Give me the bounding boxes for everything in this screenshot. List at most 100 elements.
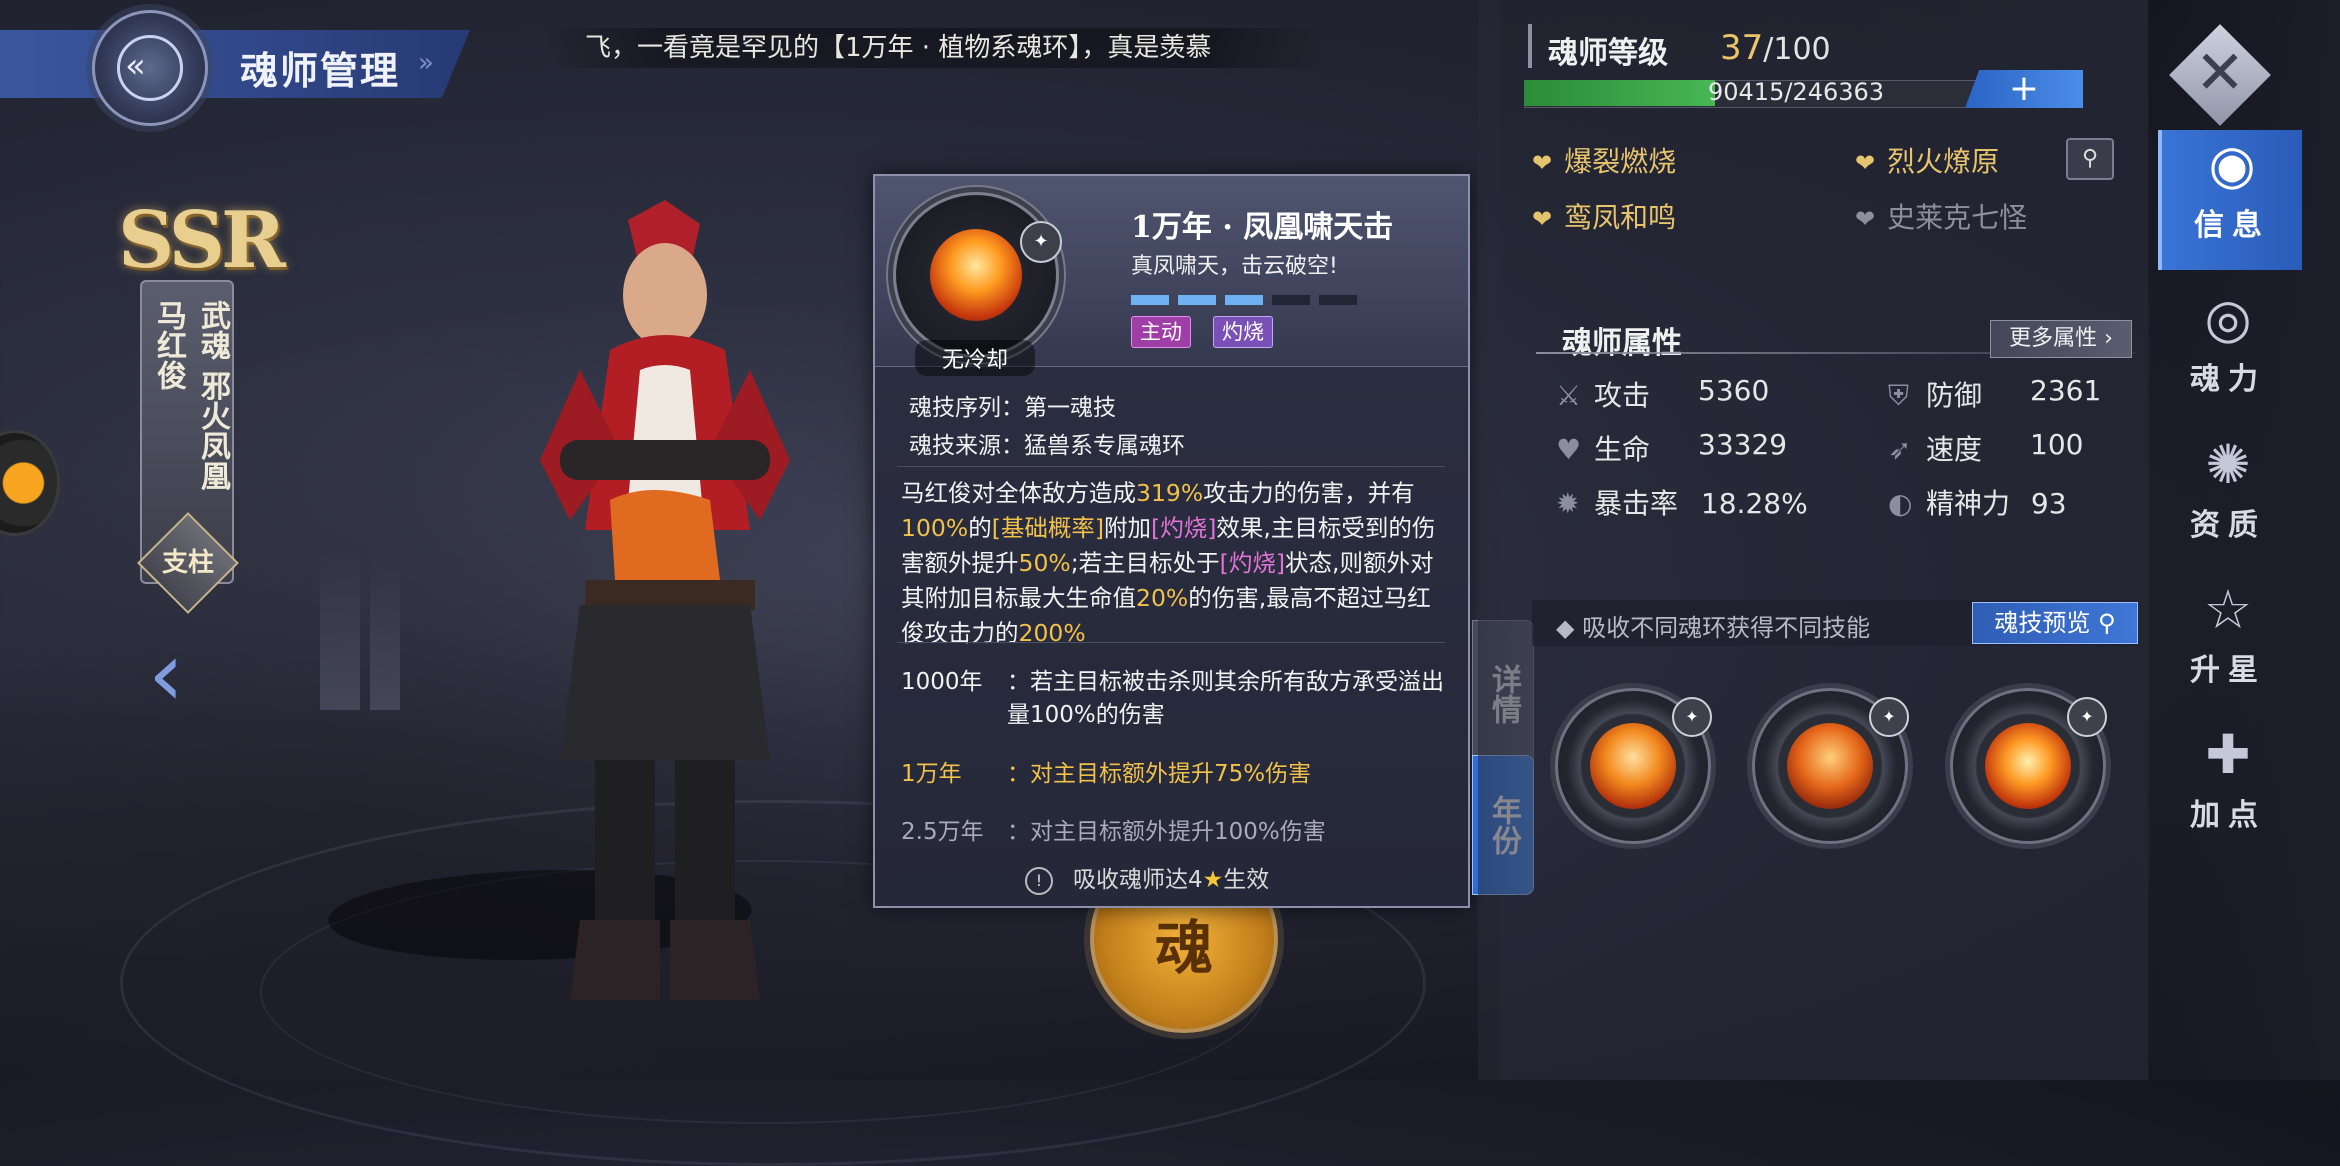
beast-type-badge-icon: ✦ xyxy=(2067,697,2107,737)
skill-level-bar xyxy=(1319,295,1357,305)
beast-type-badge-icon: ✦ xyxy=(1672,697,1712,737)
nav-soul-power[interactable]: ◎ 魂力 xyxy=(2158,284,2298,424)
trait-item[interactable]: ❤ 烈火燎原 xyxy=(1855,140,1999,180)
background-pillar xyxy=(320,550,360,710)
prev-character-arrow-icon[interactable]: ‹ xyxy=(148,630,184,720)
skill-icon-ring: ✦ xyxy=(893,192,1062,358)
level-current: 37 xyxy=(1720,28,1764,68)
skill-description: 马红俊对全体敌方造成319%攻击力的伤害，并有100%的[基础概率]附加[灼烧]… xyxy=(901,476,1446,651)
attr-label: 防御 xyxy=(1926,379,1983,412)
attr-hp: ♥ 生命 33329 xyxy=(1556,428,1787,468)
year-effect-10000: 1万年 ：对主目标额外提升75%伤害 xyxy=(901,758,1446,793)
skill-source-row: 魂技来源：猛兽系专属魂环 xyxy=(909,426,1185,460)
role-label: 支柱 xyxy=(161,548,214,578)
skill-preview-label: 魂技预览 xyxy=(1994,609,2091,637)
level-max: /100 xyxy=(1763,32,1831,67)
nav-aptitude[interactable]: ✺ 资质 xyxy=(2158,430,2298,570)
skill-level-bar xyxy=(1131,295,1169,305)
skill-tagline: 真凤啸天，击云破空! xyxy=(1131,254,1338,279)
year-label: 2.5万年 xyxy=(901,819,984,845)
desc-keyword[interactable]: [灼烧] xyxy=(1151,514,1216,542)
unlock-note-text: 吸收魂师达4 xyxy=(1073,867,1203,893)
level-label: 魂师等级 xyxy=(1548,36,1668,71)
header-arrows-icon: » xyxy=(418,48,434,78)
close-x-icon: ✕ xyxy=(2194,38,2246,108)
aptitude-icon: ✺ xyxy=(2205,433,2251,496)
skill-level-bar xyxy=(1225,295,1263,305)
fireball-skill-icon xyxy=(1985,723,2071,809)
skill-level-bars xyxy=(1131,290,1366,309)
nav-add-point[interactable]: ✚ 加点 xyxy=(2158,720,2298,860)
skill-name: 1万年 · 凤凰啸天击 xyxy=(1131,210,1394,245)
beast-type-badge-icon: ✦ xyxy=(1020,221,1062,263)
attr-mind: ◐ 精神力 93 xyxy=(1888,482,2067,522)
desc-value: 319% xyxy=(1136,479,1204,507)
attr-value: 2361 xyxy=(2030,374,2102,407)
star-icon: ☆ xyxy=(2203,578,2253,641)
skill-sequence-label: 魂技序列： xyxy=(909,395,1024,421)
skill-source-label: 魂技来源： xyxy=(909,433,1024,459)
attr-label: 精神力 xyxy=(1926,487,2011,520)
desc-keyword[interactable]: [基础概率] xyxy=(992,514,1104,542)
desc-text: 攻击力的伤害，并有 xyxy=(1203,479,1415,507)
soul-ring-hint: ◆ 吸收不同魂环获得不同技能 xyxy=(1556,614,1871,642)
nav-star-up[interactable]: ☆ 升星 xyxy=(2158,575,2298,715)
attr-value: 93 xyxy=(2030,487,2067,520)
attr-speed: ➶ 速度 100 xyxy=(1888,428,2083,468)
attr-crit: ✹ 暴击率 18.28% xyxy=(1556,482,1808,522)
desc-keyword[interactable]: [灼烧] xyxy=(1220,549,1285,577)
xp-bar-fill xyxy=(1524,80,1715,106)
level-accent xyxy=(1528,24,1532,68)
year-text: ：若主目标被击杀则其余所有敌方承受溢出量100%的伤害 xyxy=(1007,669,1444,728)
martial-soul-emblem-label: 魂 xyxy=(1154,914,1213,982)
soul-ring-slot-2[interactable]: ✦ xyxy=(1752,688,1909,844)
soul-ring-slot-3[interactable]: ✦ xyxy=(1950,688,2107,844)
divider xyxy=(897,466,1445,467)
year-text: ：对主目标额外提升75%伤害 xyxy=(1007,761,1312,787)
year-label: 1000年 xyxy=(901,669,983,695)
more-attributes-button[interactable]: 更多属性 › xyxy=(1990,320,2132,358)
level-up-button[interactable]: + xyxy=(1965,70,2083,108)
trait-search-button[interactable]: ⚲ xyxy=(2066,138,2114,180)
rarity-badge: SSR xyxy=(118,195,286,286)
heart-icon: ❤ xyxy=(1855,205,1876,233)
star-icon: ★ xyxy=(1202,867,1224,893)
unlock-note-text: 生效 xyxy=(1223,867,1270,893)
trait-item[interactable]: ❤ 爆裂燃烧 xyxy=(1532,140,1676,180)
year-label: 1万年 xyxy=(901,761,962,787)
attr-label: 暴击率 xyxy=(1594,487,1679,520)
divider xyxy=(897,642,1445,643)
character-figure xyxy=(540,200,790,1000)
nav-label: 资质 xyxy=(2190,508,2266,543)
news-ticker: 飞，一看竟是罕见的【1万年 · 植物系魂环】，真是羡慕 xyxy=(545,28,1325,68)
skill-preview-button[interactable]: 魂技预览 ⚲ xyxy=(1972,602,2138,644)
attr-value: 100 xyxy=(2030,428,2084,461)
tag-burn: 灼烧 xyxy=(1213,316,1273,348)
year-effect-1000: 1000年 ：若主目标被击杀则其余所有敌方承受溢出量100%的伤害 xyxy=(901,666,1446,736)
heart-icon: ❤ xyxy=(1532,149,1553,177)
year-text: ：对主目标额外提升100%伤害 xyxy=(1007,819,1326,845)
heart-icon: ♥ xyxy=(1556,433,1582,466)
tag-active: 主动 xyxy=(1131,316,1191,348)
xp-text: 90415/246363 xyxy=(1708,78,1885,106)
nav-label: 加点 xyxy=(2190,798,2266,833)
page-title: 魂师管理 xyxy=(240,48,401,93)
beast-type-badge-icon: ✦ xyxy=(1869,697,1909,737)
back-button[interactable]: « xyxy=(92,10,208,126)
nav-info[interactable]: ◉ 信息 xyxy=(2158,130,2302,270)
attr-label: 生命 xyxy=(1594,433,1651,466)
phoenix-fire-skill-icon xyxy=(930,229,1022,321)
trait-label: 史莱克七怪 xyxy=(1887,201,2028,234)
year-effect-25000: 2.5万年 ：对主目标额外提升100%伤害 xyxy=(901,816,1446,851)
nav-label: 魂力 xyxy=(2190,362,2266,397)
desc-text: 马红俊对全体敌方造成 xyxy=(901,479,1136,507)
unlock-note: ! 吸收魂师达4★生效 xyxy=(1025,860,1269,895)
level-value: 37/100 xyxy=(1720,28,1831,68)
attr-value: 33329 xyxy=(1698,428,1788,461)
soul-ring-slot-1[interactable]: ✦ xyxy=(1555,688,1712,844)
shield-icon: ⛨ xyxy=(1888,379,1910,412)
nav-label: 信息 xyxy=(2194,208,2270,243)
character-name: 马红俊 xyxy=(151,300,186,390)
trait-item[interactable]: ❤ 史莱克七怪 xyxy=(1855,196,2027,236)
trait-item[interactable]: ❤ 鸾凤和鸣 xyxy=(1532,196,1676,236)
